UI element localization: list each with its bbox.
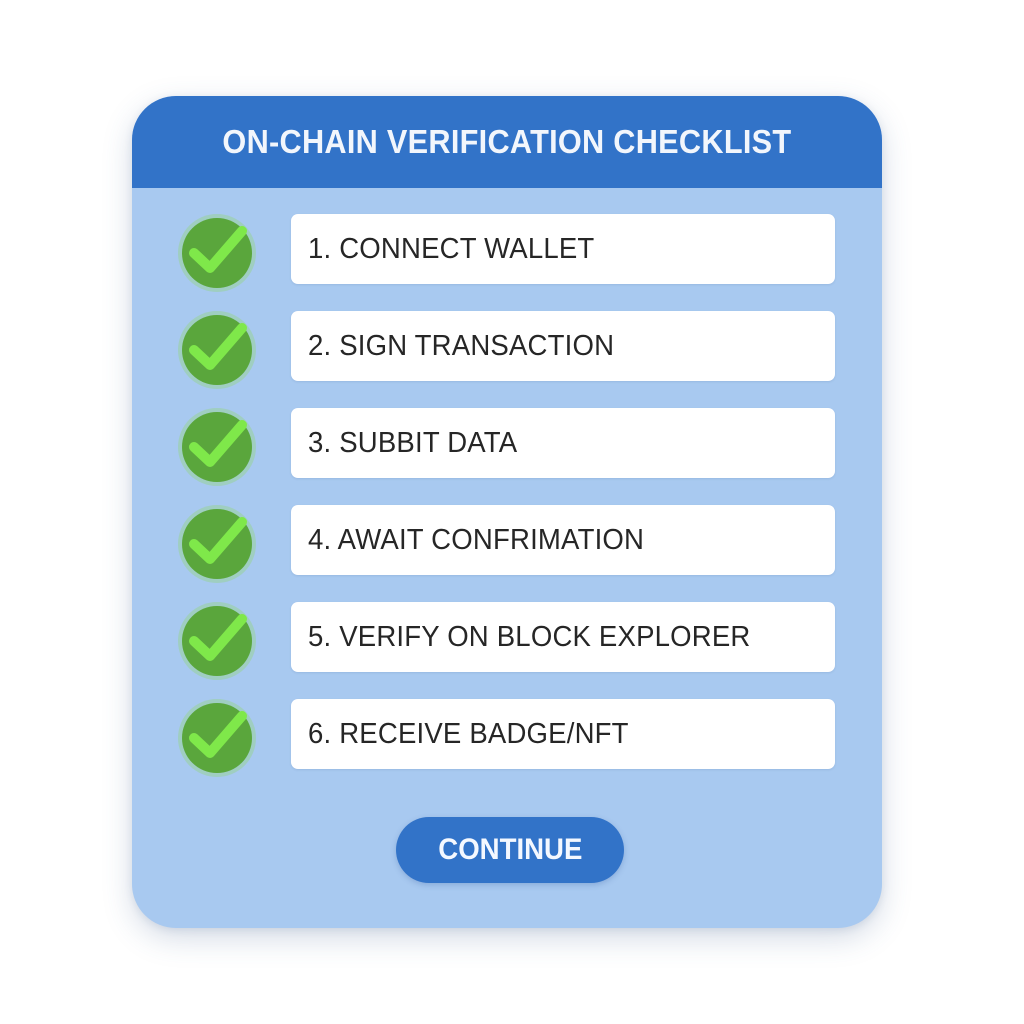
checklist-item-await-confirmation[interactable]: 4. AWAIT CONFRIMATION <box>291 505 835 575</box>
checklist-item-verify-explorer[interactable]: 5. VERIFY ON BLOCK EXPLORER <box>291 602 835 672</box>
checklist-card: ON-CHAIN VERIFICATION CHECKLIST 1. CONNE… <box>132 96 882 928</box>
checkmark-icon <box>178 505 256 583</box>
checkmark-icon <box>178 602 256 680</box>
checklist-item-label: 1. CONNECT WALLET <box>308 232 595 265</box>
checklist-title: ON-CHAIN VERIFICATION CHECKLIST <box>222 123 792 160</box>
checklist-item-connect-wallet[interactable]: 1. CONNECT WALLET <box>291 214 835 284</box>
checklist-item-label: 2. SIGN TRANSACTION <box>308 329 615 362</box>
card-header: ON-CHAIN VERIFICATION CHECKLIST <box>132 96 882 188</box>
checklist-item-label: 5. VERIFY ON BLOCK EXPLORER <box>308 620 751 653</box>
checklist-item-label: 3. SUBBIT DATA <box>308 426 518 459</box>
checkmark-icon <box>178 214 256 292</box>
checklist-item-label: 6. RECEIVE BADGE/NFT <box>308 717 629 750</box>
checklist-item-sign-transaction[interactable]: 2. SIGN TRANSACTION <box>291 311 835 381</box>
continue-button[interactable]: CONTINUE <box>396 817 624 883</box>
checklist-item-receive-badge[interactable]: 6. RECEIVE BADGE/NFT <box>291 699 835 769</box>
continue-button-label: CONTINUE <box>437 833 583 866</box>
checklist-item-label: 4. AWAIT CONFRIMATION <box>308 523 645 556</box>
checklist-item-submit-data[interactable]: 3. SUBBIT DATA <box>291 408 835 478</box>
checkmark-icon <box>178 311 256 389</box>
checkmark-icon <box>178 408 256 486</box>
checkmark-icon <box>178 699 256 777</box>
